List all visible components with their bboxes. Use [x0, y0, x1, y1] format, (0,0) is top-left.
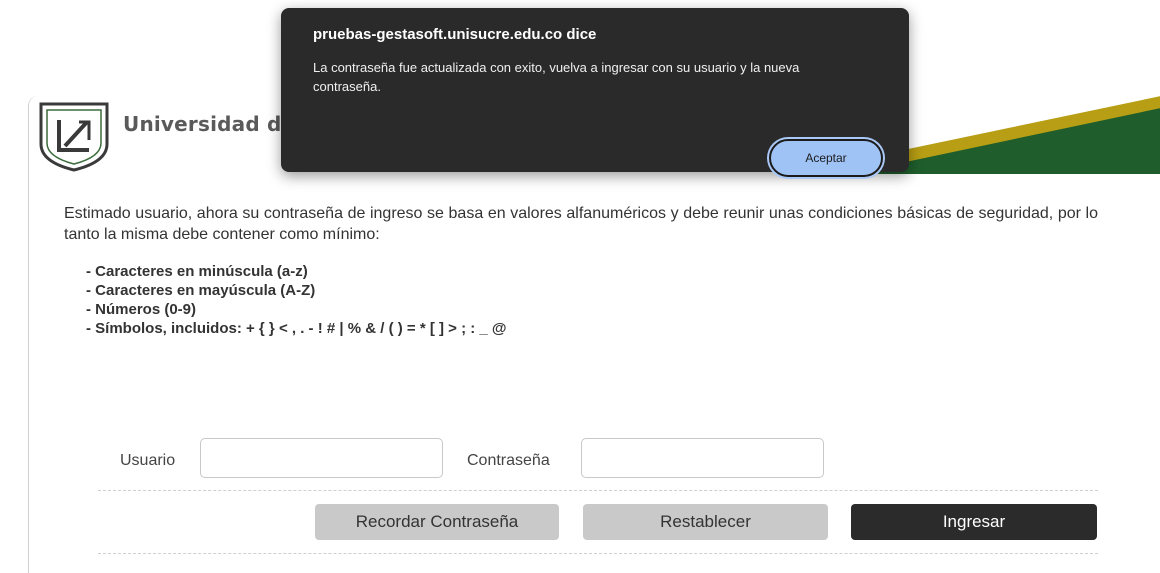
remember-password-button[interactable]: Recordar Contraseña — [315, 504, 559, 540]
university-logo — [39, 102, 109, 172]
alert-dialog: pruebas-gestasoft.unisucre.edu.co dice L… — [281, 8, 909, 177]
username-input[interactable] — [200, 438, 443, 478]
requirement-symbols: - Símbolos, incluidos: + { } < , . - ! #… — [86, 320, 507, 337]
security-intro-text: Estimado usuario, ahora su contraseña de… — [64, 205, 1098, 243]
university-name: Universidad d — [123, 112, 282, 136]
form-divider-top — [98, 490, 1098, 491]
requirement-numbers: - Números (0-9) — [86, 301, 197, 318]
login-button[interactable]: Ingresar — [851, 504, 1097, 540]
password-requirements-list: - Caracteres en minúscula (a-z) - Caract… — [86, 262, 507, 338]
password-label: Contraseña — [467, 452, 550, 469]
password-input[interactable] — [581, 438, 824, 478]
reset-button[interactable]: Restablecer — [583, 504, 828, 540]
accept-button[interactable]: Aceptar — [769, 139, 883, 177]
requirement-lowercase: - Caracteres en minúscula (a-z) — [86, 263, 308, 280]
username-label: Usuario — [120, 452, 176, 469]
dialog-title: pruebas-gestasoft.unisucre.edu.co dice — [313, 26, 597, 43]
requirement-uppercase: - Caracteres en mayúscula (A-Z) — [86, 282, 316, 299]
dialog-message: La contraseña fue actualizada con exito,… — [313, 60, 800, 94]
form-divider-bottom — [98, 553, 1098, 554]
